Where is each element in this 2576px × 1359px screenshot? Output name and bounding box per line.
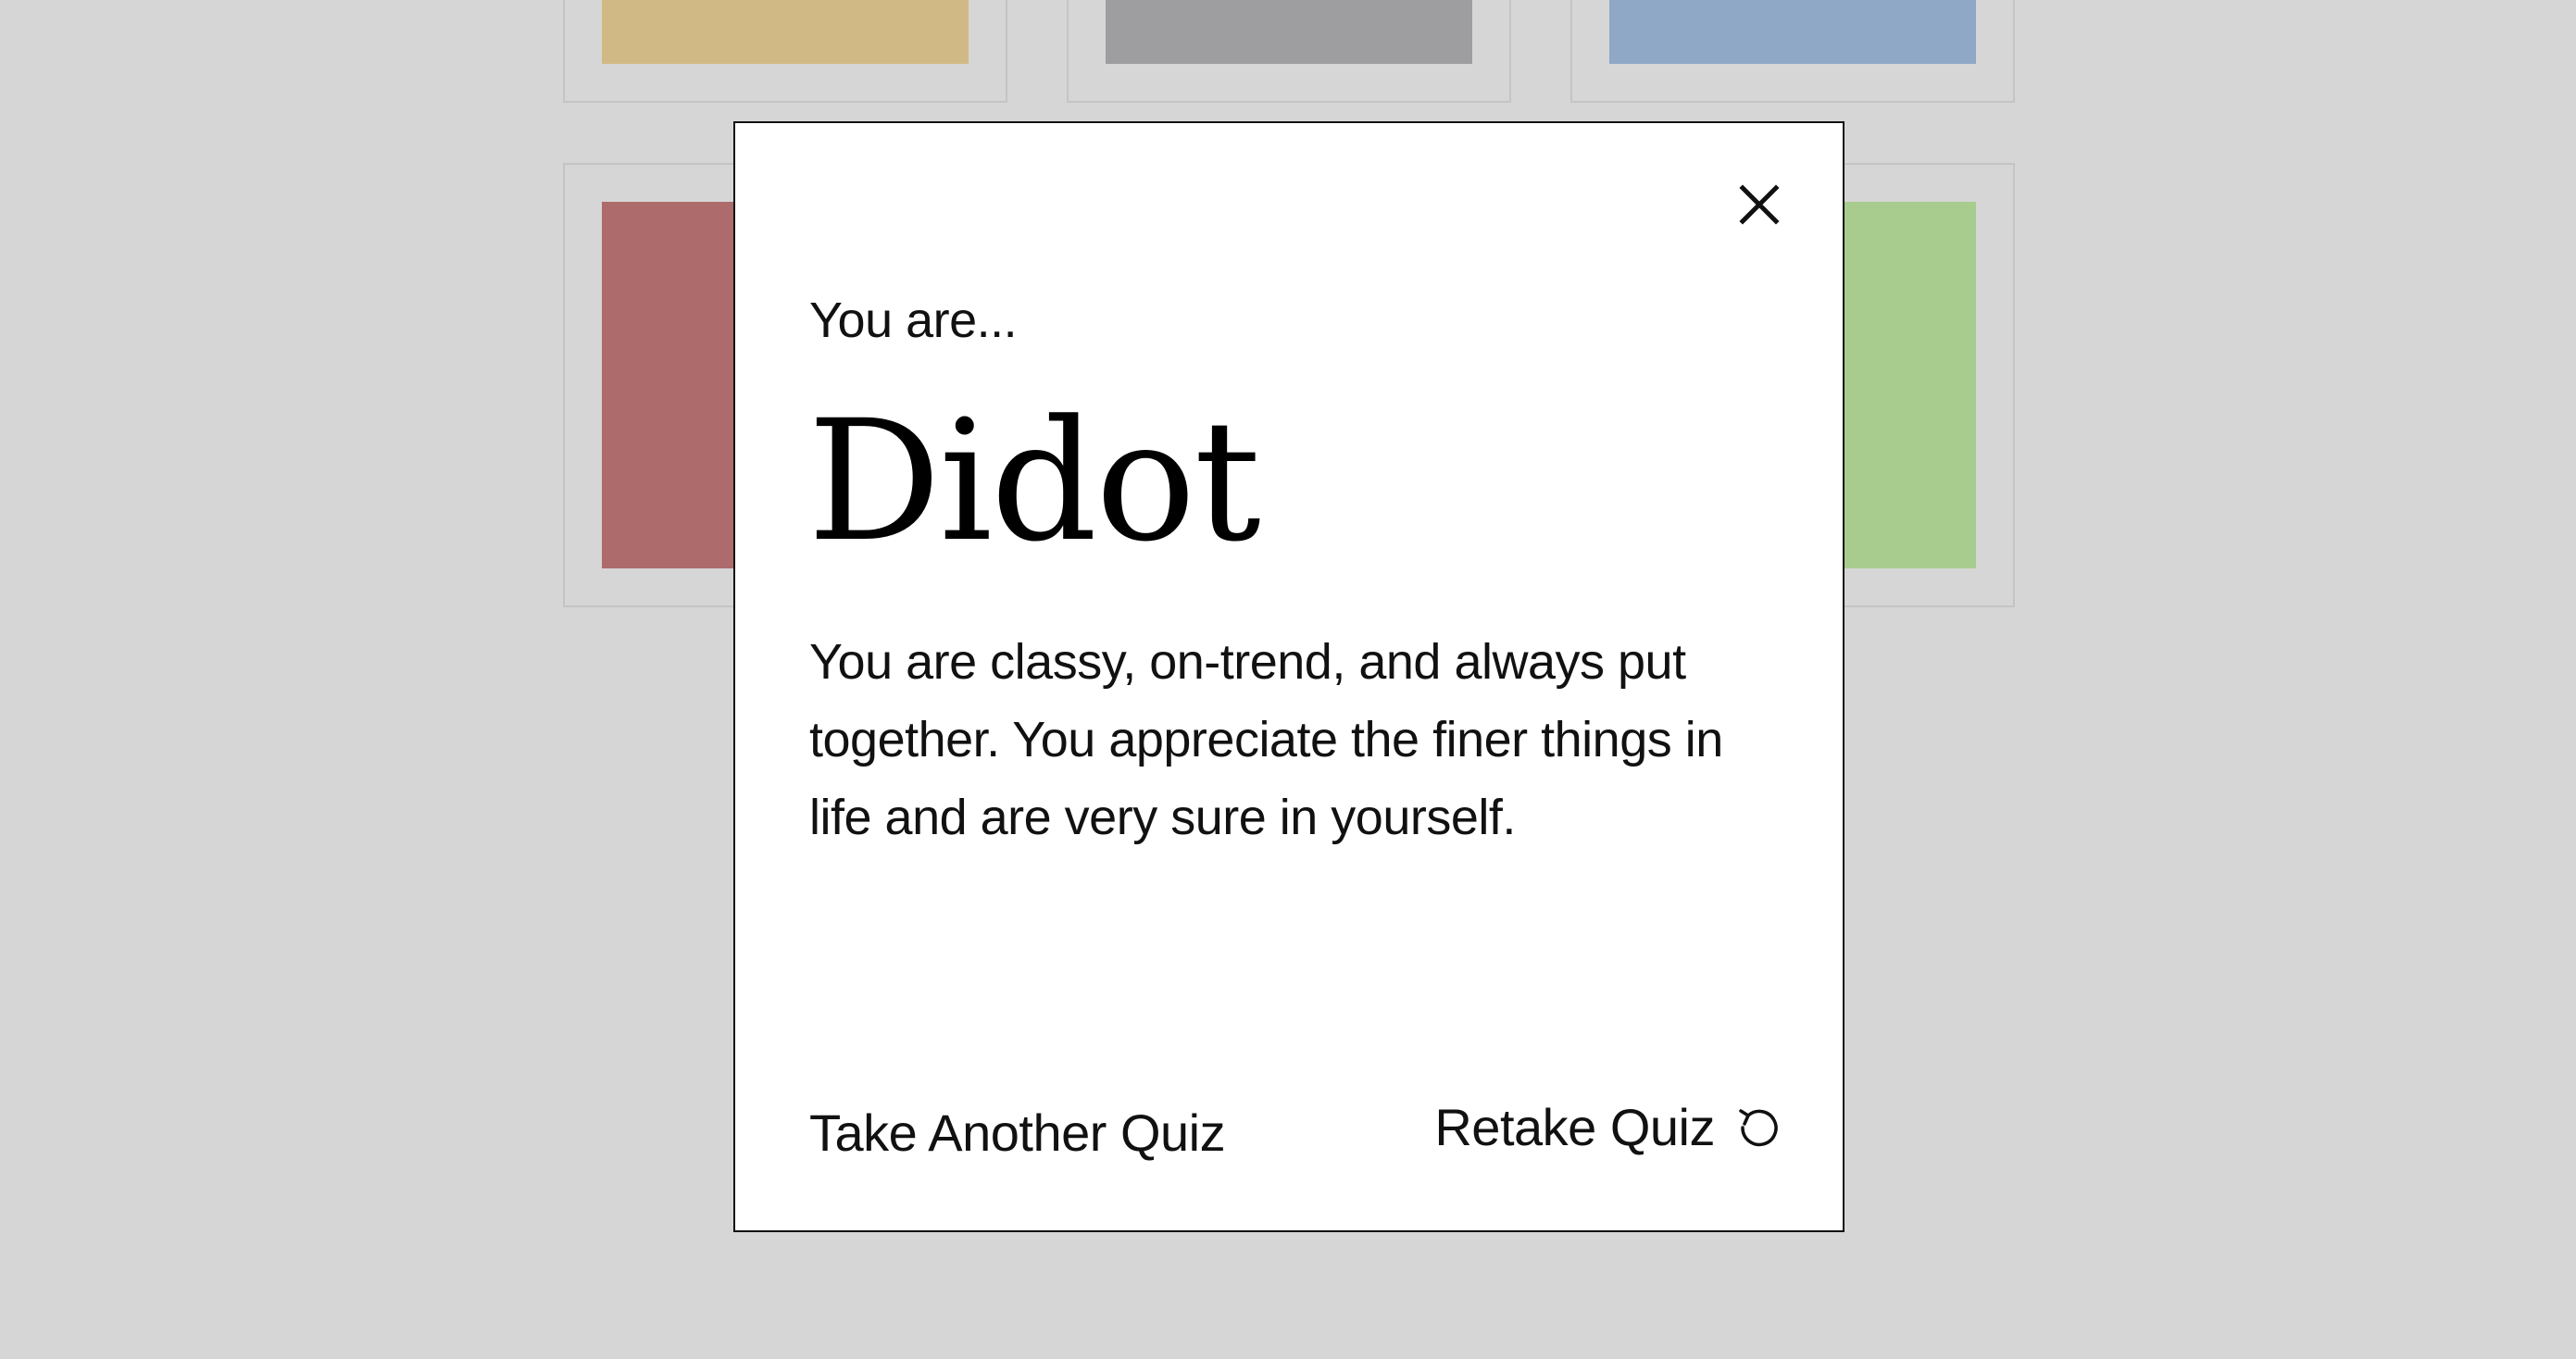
tile-gray[interactable] (1067, 0, 1511, 103)
take-another-quiz-link[interactable]: Take Another Quiz (809, 1103, 1226, 1163)
result-eyebrow: You are... (809, 293, 1018, 348)
retake-quiz-button[interactable]: Retake Quiz (1434, 1097, 1783, 1157)
result-description: You are classy, on-trend, and always put… (809, 634, 1723, 845)
result-title: Didot (807, 385, 1261, 579)
swatch-yellow (602, 0, 969, 64)
tile-yellow[interactable] (563, 0, 1007, 103)
result-modal: You are... Didot You are classy, on-tren… (733, 121, 1844, 1232)
swatch-gray (1106, 0, 1472, 64)
close-icon (1730, 175, 1789, 234)
refresh-icon (1735, 1103, 1783, 1152)
take-another-quiz-label: Take Another Quiz (809, 1103, 1226, 1162)
close-button[interactable] (1730, 175, 1789, 234)
quiz-page: You are... Didot You are classy, on-tren… (0, 0, 2576, 1359)
retake-quiz-label: Retake Quiz (1434, 1098, 1715, 1156)
tile-blue[interactable] (1570, 0, 2015, 103)
swatch-blue (1609, 0, 1976, 64)
